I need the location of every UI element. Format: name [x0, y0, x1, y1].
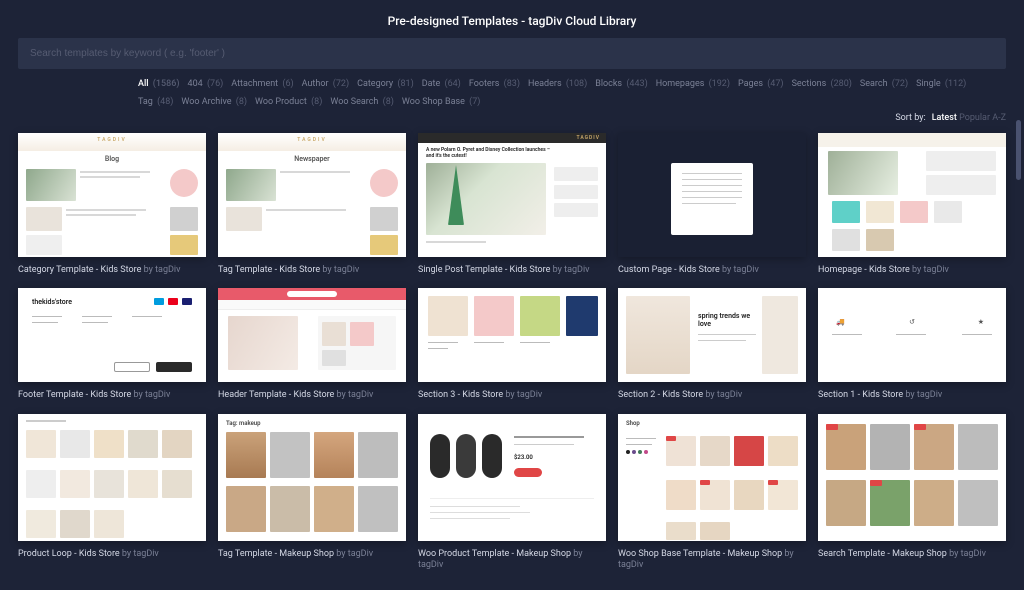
filter-404[interactable]: 404 (76)	[188, 79, 224, 89]
template-caption: Homepage - Kids Store by tagDiv	[818, 257, 1006, 277]
template-thumb: TAGDIV Newspaper	[218, 133, 406, 257]
sort-latest[interactable]: Latest	[932, 113, 957, 123]
filter-count: (8)	[311, 97, 322, 107]
filter-count: (81)	[397, 79, 413, 89]
template-thumb: Shop	[618, 414, 806, 541]
template-caption: Woo Shop Base Template - Makeup Shop by …	[618, 541, 806, 572]
template-caption: Footer Template - Kids Store by tagDiv	[18, 382, 206, 402]
template-card[interactable]: Product Loop - Kids Store by tagDiv	[18, 414, 206, 572]
template-caption: Search Template - Makeup Shop by tagDiv	[818, 541, 1006, 561]
template-caption: Section 3 - Kids Store by tagDiv	[418, 382, 606, 402]
template-thumb	[818, 133, 1006, 257]
filter-count: (72)	[892, 79, 908, 89]
template-thumb	[218, 288, 406, 382]
filter-count: (7)	[469, 97, 480, 107]
template-thumb	[18, 414, 206, 541]
filter-count: (108)	[566, 79, 587, 89]
filter-count: (76)	[207, 79, 223, 89]
filter-category[interactable]: Category (81)	[357, 79, 414, 89]
template-thumb: $23.00	[418, 414, 606, 541]
filter-row: All (1586) 404 (76) Attachment (6) Author (…	[0, 79, 1024, 133]
filter-homepages[interactable]: Homepages (192)	[656, 79, 730, 89]
template-card[interactable]: Section 3 - Kids Store by tagDiv	[418, 288, 606, 402]
template-card[interactable]: 🚚 ↺ ★ Section 1 - Kids Store by tagDiv	[818, 288, 1006, 402]
template-card[interactable]: Custom Page - Kids Store by tagDiv	[618, 133, 806, 276]
template-caption: Category Template - Kids Store by tagDiv	[18, 257, 206, 277]
filter-single[interactable]: Single (112)	[916, 79, 966, 89]
template-card[interactable]: spring trends we love Section 2 - Kids S…	[618, 288, 806, 402]
filter-tag[interactable]: Tag (48)	[138, 97, 173, 107]
template-card[interactable]: TAGDIV Newspaper Tag Template - Kids Sto…	[218, 133, 406, 276]
template-card[interactable]: thekids'store Footer Template - Kids Sto…	[18, 288, 206, 402]
filter-blocks[interactable]: Blocks (443)	[595, 79, 647, 89]
template-thumb	[418, 288, 606, 382]
template-thumb	[818, 414, 1006, 541]
search-input[interactable]	[18, 38, 1006, 69]
filter-count: (48)	[157, 97, 173, 107]
filter-woo-shop-base[interactable]: Woo Shop Base (7)	[402, 97, 481, 107]
filter-search[interactable]: Search (72)	[860, 79, 908, 89]
filter-woo-product[interactable]: Woo Product (8)	[255, 97, 322, 107]
template-thumb: A new Polarn O. Pyret and Disney Collect…	[418, 133, 606, 257]
filter-woo-archive[interactable]: Woo Archive (8)	[181, 97, 247, 107]
scrollbar-thumb[interactable]	[1016, 120, 1021, 180]
sort-area: Sort by: Latest Popular A-Z	[895, 113, 1006, 123]
search-row	[18, 38, 1006, 69]
filter-count: (192)	[709, 79, 730, 89]
filter-footers[interactable]: Footers (83)	[469, 79, 520, 89]
template-card[interactable]: Homepage - Kids Store by tagDiv	[818, 133, 1006, 276]
template-thumb	[618, 133, 806, 257]
template-card[interactable]: Tag: makeup Tag Template - Makeup Shop b…	[218, 414, 406, 572]
template-caption: Product Loop - Kids Store by tagDiv	[18, 541, 206, 561]
template-thumb: thekids'store	[18, 288, 206, 382]
filter-all[interactable]: All (1586)	[138, 79, 180, 89]
template-thumb: TAGDIV Blog	[18, 133, 206, 257]
template-grid: TAGDIV Blog Category Template - Kids Sto…	[0, 133, 1024, 590]
template-caption: Section 2 - Kids Store by tagDiv	[618, 382, 806, 402]
filter-count: (6)	[282, 79, 293, 89]
page-title: Pre-designed Templates - tagDiv Cloud Li…	[0, 0, 1024, 38]
filter-count: (443)	[626, 79, 647, 89]
template-thumb: spring trends we love	[618, 288, 806, 382]
filter-count: (8)	[236, 97, 247, 107]
template-card[interactable]: TAGDIV Blog Category Template - Kids Sto…	[18, 133, 206, 276]
template-thumb: 🚚 ↺ ★	[818, 288, 1006, 382]
template-thumb: Tag: makeup	[218, 414, 406, 541]
template-card[interactable]: Header Template - Kids Store by tagDiv	[218, 288, 406, 402]
filter-count: (8)	[383, 97, 394, 107]
filter-attachment[interactable]: Attachment (6)	[231, 79, 293, 89]
template-card[interactable]: Shop Woo Shop Base Template - Makeup Sho…	[618, 414, 806, 572]
template-caption: Custom Page - Kids Store by tagDiv	[618, 257, 806, 277]
template-caption: Tag Template - Makeup Shop by tagDiv	[218, 541, 406, 561]
filter-count: (280)	[831, 79, 852, 89]
sort-label: Sort by:	[895, 113, 925, 123]
filter-headers[interactable]: Headers (108)	[528, 79, 587, 89]
filter-sections[interactable]: Sections (280)	[792, 79, 852, 89]
sort-a-z[interactable]: A-Z	[992, 113, 1006, 123]
filter-date[interactable]: Date (64)	[422, 79, 461, 89]
template-caption: Section 1 - Kids Store by tagDiv	[818, 382, 1006, 402]
template-caption: Header Template - Kids Store by tagDiv	[218, 382, 406, 402]
template-caption: Tag Template - Kids Store by tagDiv	[218, 257, 406, 277]
filter-woo-search[interactable]: Woo Search (8)	[330, 97, 394, 107]
template-card[interactable]: Search Template - Makeup Shop by tagDiv	[818, 414, 1006, 572]
filter-pages[interactable]: Pages (47)	[738, 79, 784, 89]
filter-count: (112)	[945, 79, 966, 89]
filter-count: (72)	[333, 79, 349, 89]
template-caption: Woo Product Template - Makeup Shop by ta…	[418, 541, 606, 572]
template-caption: Single Post Template - Kids Store by tag…	[418, 257, 606, 277]
sort-popular[interactable]: Popular	[959, 113, 990, 123]
filter-count: (1586)	[153, 79, 180, 89]
filter-count: (83)	[504, 79, 520, 89]
filter-count: (64)	[444, 79, 460, 89]
filter-count: (47)	[767, 79, 783, 89]
filter-author[interactable]: Author (72)	[302, 79, 349, 89]
template-card[interactable]: A new Polarn O. Pyret and Disney Collect…	[418, 133, 606, 276]
template-card[interactable]: $23.00 Woo Product Template - Makeup Sho…	[418, 414, 606, 572]
